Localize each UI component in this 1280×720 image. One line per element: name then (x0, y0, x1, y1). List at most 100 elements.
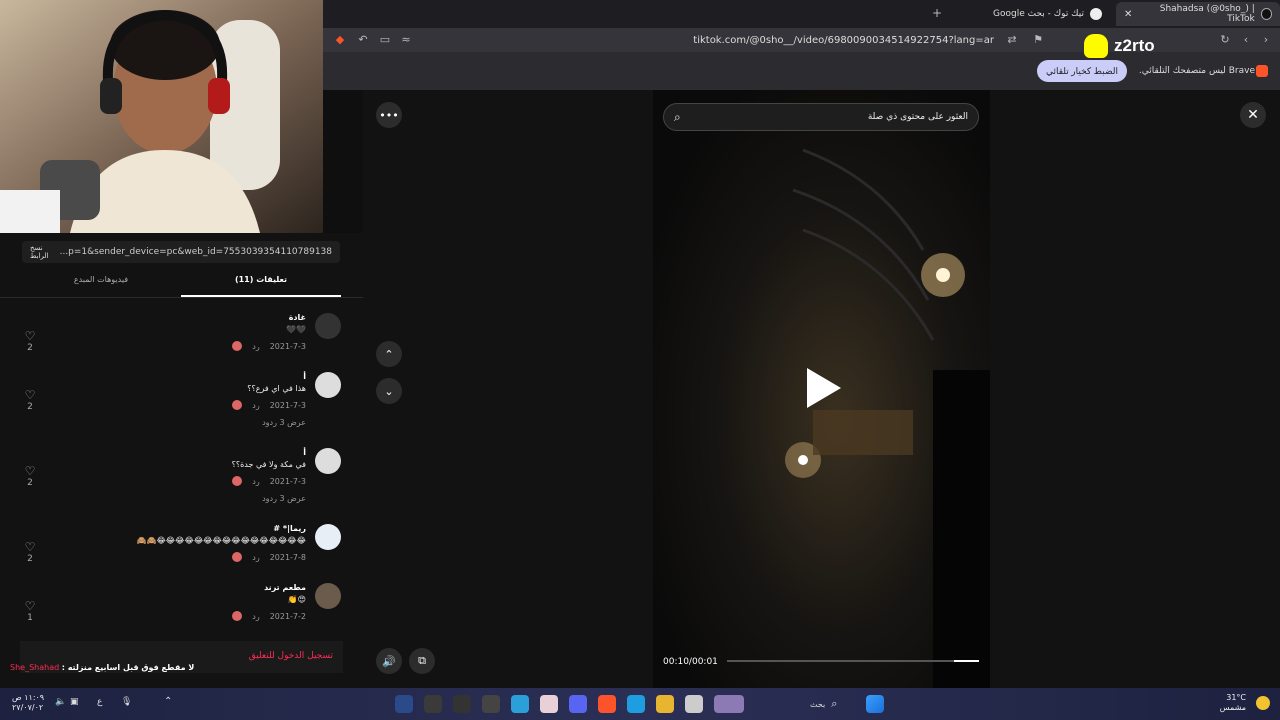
speaker-icon[interactable]: 🔈 (55, 697, 66, 707)
weather-widget[interactable]: 31°C مشمس (1220, 693, 1246, 713)
reply-button[interactable]: رد (252, 342, 259, 351)
settings-app-icon[interactable] (395, 695, 413, 713)
microphone-icon[interactable]: 🎙 (121, 697, 132, 707)
tab-comments[interactable]: تعليقات (11) (181, 275, 341, 295)
reply-button[interactable]: رد (252, 477, 259, 486)
windows-start-icon[interactable] (866, 695, 884, 713)
tiktok-favicon-icon (1260, 8, 1272, 20)
discord-app-icon[interactable] (569, 695, 587, 713)
like-button[interactable]: ♡ 2 (22, 464, 38, 488)
search-placeholder: العثور على محتوى ذي صلة (867, 112, 968, 122)
copy-link-button[interactable]: نسخ الرابط (30, 244, 60, 260)
comment-user[interactable]: مطعم ترند (264, 583, 306, 592)
picture-in-picture-icon[interactable]: ⧉ (409, 648, 435, 674)
progress-bar[interactable] (727, 660, 979, 662)
heart-icon: ♡ (24, 329, 36, 343)
brave-app-icon[interactable] (598, 695, 616, 713)
comment-user[interactable]: غادة (289, 313, 306, 322)
reply-button[interactable]: رد (252, 401, 259, 410)
edge-app-icon[interactable] (627, 695, 645, 713)
like-button[interactable]: ♡ 2 (22, 540, 38, 564)
url-text: tiktok.com/@0sho__/video/698009003451492… (693, 34, 994, 46)
clock[interactable]: ١١:٠٩ ص ٢٧/٠٧/٠٢ (12, 693, 44, 713)
play-icon[interactable] (807, 368, 841, 408)
heart-icon: ♡ (24, 464, 36, 478)
new-tab-icon[interactable]: + (932, 6, 942, 20)
video-search-box[interactable]: العثور على محتوى ذي صلة ⌕ (663, 103, 979, 131)
like-button[interactable]: ♡ 1 (22, 599, 38, 623)
chat-username: She_Shahad (10, 663, 60, 672)
cast-icon[interactable]: ▭ (377, 32, 393, 48)
close-tab-icon[interactable]: ✕ (1124, 9, 1132, 20)
bookmark-icon[interactable]: ⚑ (1030, 32, 1046, 48)
tab-creator-videos[interactable]: فيديوهات المبدع (21, 275, 181, 295)
login-to-comment-link[interactable]: تسجيل الدخول للتعليق (249, 651, 333, 661)
search-icon[interactable]: ⌕ (674, 110, 681, 125)
comment-user[interactable]: أ (303, 372, 306, 381)
comment-meta: 2021-7-2 رد (232, 611, 306, 621)
comment-date: 2021-7-3 (269, 476, 306, 486)
view-replies-button[interactable]: عرض 3 ردود (262, 494, 306, 503)
steam-alt-app-icon[interactable] (482, 695, 500, 713)
close-icon[interactable]: ✕ (1240, 102, 1266, 128)
share-link-box: نسخ الرابط ...p=1&sender_device=pc&web_i… (22, 241, 340, 263)
comment-text: 😍👏 (287, 595, 306, 604)
comment-user[interactable]: أ (303, 448, 306, 457)
set-default-button[interactable]: الضبط كخيار تلقائي (1037, 60, 1127, 82)
address-bar[interactable]: tiktok.com/@0sho__/video/698009003451492… (350, 28, 1030, 52)
telegram-app-icon[interactable] (511, 695, 529, 713)
comment-user[interactable]: ريما|* # (273, 524, 306, 533)
taskbar-search[interactable]: بحث ⌕ (810, 695, 860, 713)
game-app-icon[interactable] (540, 695, 558, 713)
comment-date: 2021-7-8 (269, 552, 306, 562)
next-video-button[interactable]: ⌄ (376, 378, 402, 404)
forward-icon[interactable]: › (1258, 32, 1274, 48)
comment-meta: 2021-7-8 رد (232, 552, 306, 562)
notepad-app-icon[interactable] (685, 695, 703, 713)
like-button[interactable]: ♡ 2 (22, 329, 38, 353)
heart-icon: ♡ (24, 599, 36, 613)
tab-title: تيك توك - بحث Google (993, 9, 1084, 19)
avatar[interactable] (315, 313, 341, 339)
like-button[interactable]: ♡ 2 (22, 388, 38, 412)
snapchat-ghost-icon (1084, 34, 1108, 58)
divider (0, 297, 363, 298)
sun-icon (1256, 696, 1270, 710)
avatar[interactable] (315, 372, 341, 398)
volume-icon[interactable]: 🔊 (376, 648, 402, 674)
tab-google[interactable]: تيك توك - بحث Google (960, 2, 1110, 26)
tab-tiktok[interactable]: Shahadsa (@0sho_) | TikTok ✕ (1116, 2, 1280, 26)
game-launcher-icon[interactable] (714, 695, 744, 713)
avatar[interactable] (315, 448, 341, 474)
avatar[interactable] (315, 583, 341, 609)
tray-expand-icon[interactable]: ⌃ (164, 696, 172, 707)
comment-text: هذا في اي فرع؟؟ (247, 384, 306, 393)
clock-time: ١١:٠٩ ص (12, 693, 45, 702)
creator-avatar-icon (232, 476, 243, 486)
like-count: 2 (27, 554, 33, 564)
previous-video-button[interactable]: ⌃ (376, 341, 402, 367)
reply-button[interactable]: رد (252, 553, 259, 562)
webcam-feed (0, 0, 323, 233)
heart-icon: ♡ (24, 540, 36, 554)
comment-meta: 2021-7-3 رد (232, 476, 306, 486)
windows-taskbar: ١١:٠٩ ص ٢٧/٠٧/٠٢ 🔈 ▣ ع 🎙 ⌃ بحث ⌕ 31°C مش… (0, 688, 1280, 720)
more-options-icon[interactable]: ••• (376, 102, 402, 128)
timecode: 00:10/00:01 (663, 657, 718, 667)
obs-app-icon[interactable] (453, 695, 471, 713)
steam-app-icon[interactable] (424, 695, 442, 713)
video-player[interactable]: العثور على محتوى ذي صلة ⌕ 00:10/00:01 (653, 90, 990, 688)
avatar[interactable] (315, 524, 341, 550)
reader-icon[interactable]: ≈ (398, 32, 414, 48)
back-icon[interactable]: ‹ (1238, 32, 1254, 48)
reply-button[interactable]: رد (252, 612, 259, 621)
file-explorer-icon[interactable] (656, 695, 674, 713)
reload-icon[interactable]: ↻ (1217, 32, 1233, 48)
view-replies-button[interactable]: عرض 3 ردود (262, 418, 306, 427)
network-icon[interactable]: ▣ (70, 697, 79, 707)
input-language[interactable]: ع (97, 697, 102, 707)
like-count: 2 (27, 343, 33, 353)
share-icon[interactable]: ↶ (355, 32, 371, 48)
brave-shields-icon[interactable]: ◆ (332, 32, 348, 48)
creator-avatar-icon (232, 611, 243, 621)
